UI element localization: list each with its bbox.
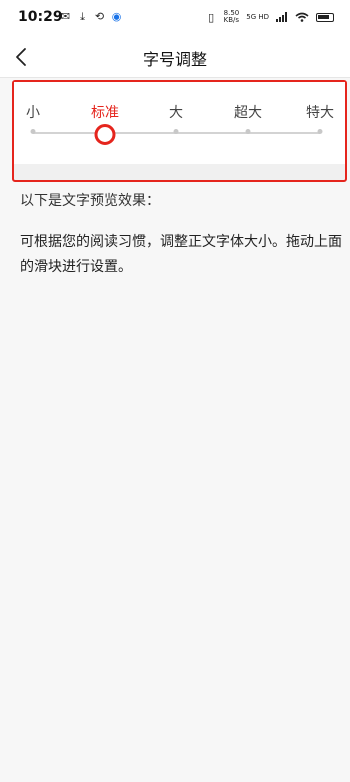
size-option-large[interactable]: 大 <box>169 102 183 122</box>
network-type: 5G HD <box>246 13 269 21</box>
preview-text: 可根据您的阅读习惯，调整正文字体大小。拖动上面的滑块进行设置。 <box>20 234 342 275</box>
vibrate-icon: ▯ <box>208 10 215 24</box>
size-option-extra-large[interactable]: 超大 <box>234 102 262 122</box>
message-icon: ✉ <box>60 10 71 23</box>
sync-icon: ⟲ <box>94 10 105 23</box>
wifi-icon <box>295 12 309 22</box>
status-time: 10:29 <box>18 9 63 25</box>
battery-icon <box>316 12 334 22</box>
slider-thumb[interactable] <box>94 124 116 145</box>
slider-tick <box>30 129 36 134</box>
preview-heading: 以下是文字预览效果： <box>20 193 160 209</box>
status-left-icons: ✉ ⤓ ⟲ ◉ <box>60 11 122 22</box>
network-speed: 8.50 KB/s <box>224 10 240 24</box>
font-size-slider[interactable]: 小 标准 大 超大 特大 <box>14 82 345 164</box>
size-option-standard[interactable]: 标准 <box>91 102 119 122</box>
speed-unit: KB/s <box>223 16 240 24</box>
size-option-small[interactable]: 小 <box>26 102 40 122</box>
font-size-slider-panel: 小 标准 大 超大 特大 <box>12 80 347 182</box>
slider-tick <box>245 129 251 134</box>
signal-icon <box>276 12 287 22</box>
status-bar: 10:29 ✉ ⤓ ⟲ ◉ ▯ 8.50 KB/s 5G HD <box>0 0 350 36</box>
page-title: 字号调整 <box>142 50 207 69</box>
download-icon: ⤓ <box>80 10 85 23</box>
location-dot-icon: ◉ <box>111 10 122 23</box>
slider-tick <box>317 129 323 134</box>
size-option-huge[interactable]: 特大 <box>306 102 334 122</box>
status-right-icons: ▯ 8.50 KB/s 5G HD <box>206 10 334 24</box>
slider-tick <box>173 129 179 134</box>
title-bar: 字号调整 <box>0 36 350 78</box>
